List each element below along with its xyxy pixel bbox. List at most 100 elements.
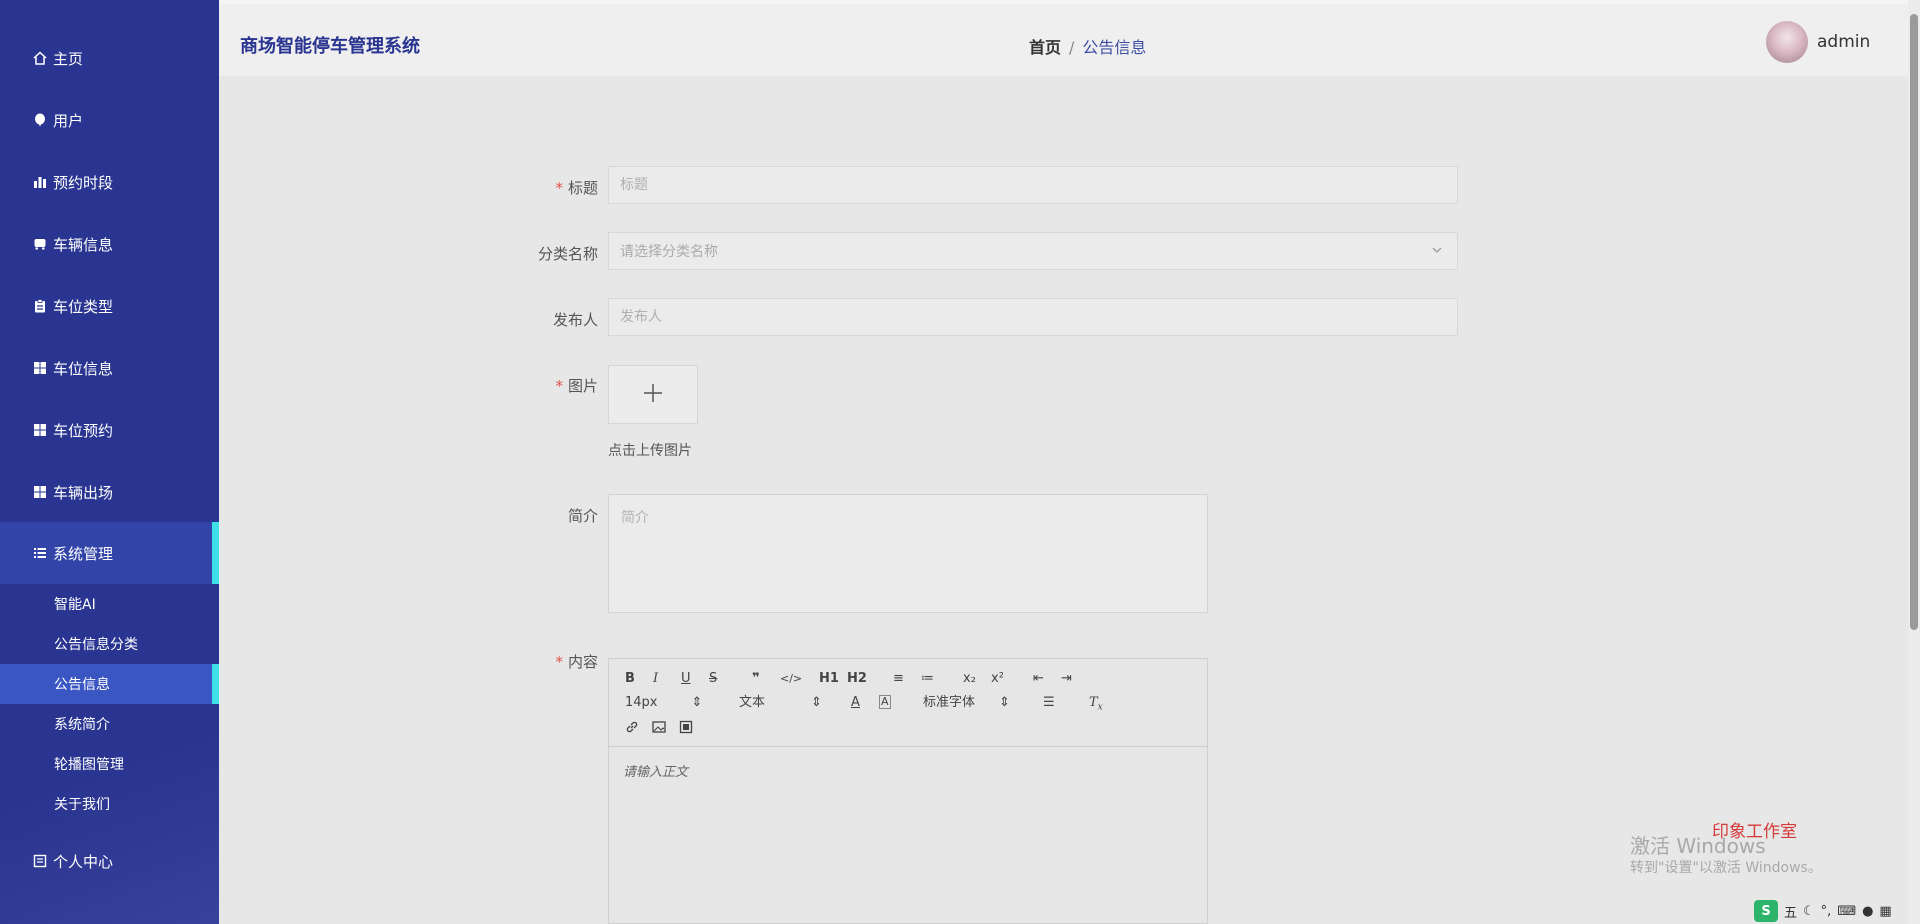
sidebar-subitem-carousel[interactable]: 轮播图管理 (0, 744, 219, 784)
sidebar-item-label: 个人中心 (53, 852, 114, 871)
indent-button[interactable]: ⇥ (1061, 671, 1072, 687)
header: 商场智能停车管理系统 首页 / 公告信息 admin (219, 4, 1908, 76)
moon-icon[interactable]: ☾ (1803, 904, 1815, 919)
select-arrows-icon: ⇕ (811, 695, 822, 710)
activate-windows-title: 激活 Windows (1630, 834, 1766, 858)
grid-icon (33, 423, 47, 437)
align-button[interactable]: ☰ (1043, 695, 1055, 711)
sidebar-subitem-ai[interactable]: 智能AI (0, 584, 219, 624)
chevron-down-icon (1431, 244, 1443, 260)
select-arrows-icon: ⇕ (999, 695, 1010, 710)
publisher-label: 发布人 (552, 311, 598, 329)
content-label: * 内容 (555, 653, 598, 671)
sidebar-item-label: 车辆出场 (53, 483, 114, 502)
sidebar-item-label: 车位预约 (53, 421, 114, 440)
category-placeholder: 请选择分类名称 (620, 244, 718, 260)
block-type-select[interactable]: 文本 ⇕ (739, 695, 822, 711)
system-tray: S 五 ☾ °, ⌨ ● ▦ (1754, 898, 1920, 924)
sidebar-item-exits[interactable]: 车辆出场 (0, 464, 219, 520)
sidebar-item-label: 用户 (53, 111, 84, 130)
category-label: 分类名称 (537, 245, 598, 263)
sidebar-item-label: 车辆信息 (53, 235, 114, 254)
balloon-icon (33, 113, 47, 127)
sidebar-item-reservations[interactable]: 车位预约 (0, 402, 219, 458)
heading2-button[interactable]: H2 (847, 671, 867, 687)
breadcrumb-home[interactable]: 首页 (1029, 38, 1061, 57)
breadcrumb: 首页 / 公告信息 (1029, 34, 1146, 58)
underline-button[interactable]: U (681, 671, 691, 687)
publisher-input[interactable] (620, 309, 1457, 325)
bullet-list-button[interactable]: ≔ (921, 671, 934, 687)
category-select[interactable]: 请选择分类名称 (608, 232, 1458, 270)
sidebar-subitem-notice-category[interactable]: 公告信息分类 (0, 624, 219, 664)
activate-windows-hint: 转到"设置"以激活 Windows。 (1630, 860, 1822, 876)
scrollbar[interactable] (1908, 0, 1920, 924)
ime-logo-icon[interactable]: S (1754, 900, 1778, 922)
sidebar-subitem-intro[interactable]: 系统简介 (0, 704, 219, 744)
home-icon (33, 51, 47, 65)
strike-button[interactable]: S (709, 671, 717, 687)
sidebar-subitem-about[interactable]: 关于我们 (0, 784, 219, 824)
sidebar-item-space-types[interactable]: 车位类型 (0, 278, 219, 334)
image-icon[interactable] (652, 720, 666, 739)
link-icon[interactable] (625, 720, 639, 739)
select-arrows-icon: ⇕ (691, 695, 703, 710)
scrollbar-thumb[interactable] (1910, 14, 1918, 630)
image-label: * 图片 (555, 377, 598, 395)
intro-label: 简介 (567, 507, 598, 525)
apps-icon[interactable]: ▦ (1879, 904, 1891, 919)
intro-field[interactable] (608, 494, 1208, 613)
editor-body[interactable]: 请输入正文 (623, 761, 688, 780)
font-family-select[interactable]: 标准字体 ⇕ (923, 695, 1010, 711)
ordered-list-button[interactable]: ≡ (893, 671, 904, 687)
keyboard-icon[interactable]: ⌨ (1837, 904, 1856, 919)
sidebar-item-profile[interactable]: 个人中心 (0, 836, 219, 886)
subscript-button[interactable]: x₂ (963, 671, 976, 687)
intro-textarea[interactable] (609, 495, 1207, 612)
grid-icon (33, 361, 47, 375)
rich-text-editor[interactable]: B I U S ❞ </> H1 H2 ≡ ≔ x₂ x² ⇤ ⇥ 14px ⇕ … (608, 658, 1208, 924)
title-field[interactable] (608, 166, 1458, 204)
grid-icon (33, 485, 47, 499)
sidebar-item-label: 系统管理 (53, 544, 114, 563)
required-mark: * (555, 377, 563, 395)
punctuation-icon[interactable]: °, (1821, 904, 1832, 919)
list-icon (33, 546, 47, 560)
user-icon[interactable]: ● (1862, 904, 1873, 919)
app-title: 商场智能停车管理系统 (240, 36, 420, 57)
plus-icon (642, 382, 664, 408)
upload-tip: 点击上传图片 (608, 443, 692, 459)
image-upload-button[interactable] (608, 365, 698, 424)
font-size-select[interactable]: 14px ⇕ (625, 695, 702, 711)
publisher-field[interactable] (608, 298, 1458, 336)
breadcrumb-current: 公告信息 (1082, 38, 1147, 57)
blockquote-button[interactable]: ❞ (752, 671, 760, 687)
background-color-button[interactable]: A (879, 695, 891, 709)
sidebar-item-spaces[interactable]: 车位信息 (0, 340, 219, 396)
clipboard-icon (33, 299, 47, 313)
video-icon[interactable] (679, 720, 693, 739)
ime-mode[interactable]: 五 (1784, 902, 1797, 921)
username[interactable]: admin (1817, 32, 1870, 52)
required-mark: * (555, 179, 563, 197)
title-input[interactable] (620, 177, 1457, 193)
sidebar-item-users[interactable]: 用户 (0, 92, 219, 148)
avatar[interactable] (1766, 21, 1808, 63)
sidebar-item-time-slots[interactable]: 预约时段 (0, 154, 219, 210)
sidebar-subitem-notice[interactable]: 公告信息 (0, 664, 219, 704)
sidebar-item-vehicles[interactable]: 车辆信息 (0, 216, 219, 272)
italic-button[interactable]: I (653, 671, 658, 687)
superscript-button[interactable]: x² (991, 671, 1004, 687)
sidebar-item-label: 车位信息 (53, 359, 114, 378)
heading1-button[interactable]: H1 (819, 671, 839, 687)
sidebar-item-label: 预约时段 (53, 173, 114, 192)
breadcrumb-separator: / (1069, 38, 1075, 57)
code-block-button[interactable]: </> (780, 671, 802, 687)
bold-button[interactable]: B (625, 671, 635, 687)
sidebar-item-system[interactable]: 系统管理 (0, 522, 219, 584)
sidebar-item-home[interactable]: 主页 (0, 30, 219, 86)
font-color-button[interactable]: A (851, 695, 860, 711)
outdent-button[interactable]: ⇤ (1033, 671, 1044, 687)
required-mark: * (555, 653, 563, 671)
clear-format-button[interactable]: Tx (1089, 695, 1103, 716)
